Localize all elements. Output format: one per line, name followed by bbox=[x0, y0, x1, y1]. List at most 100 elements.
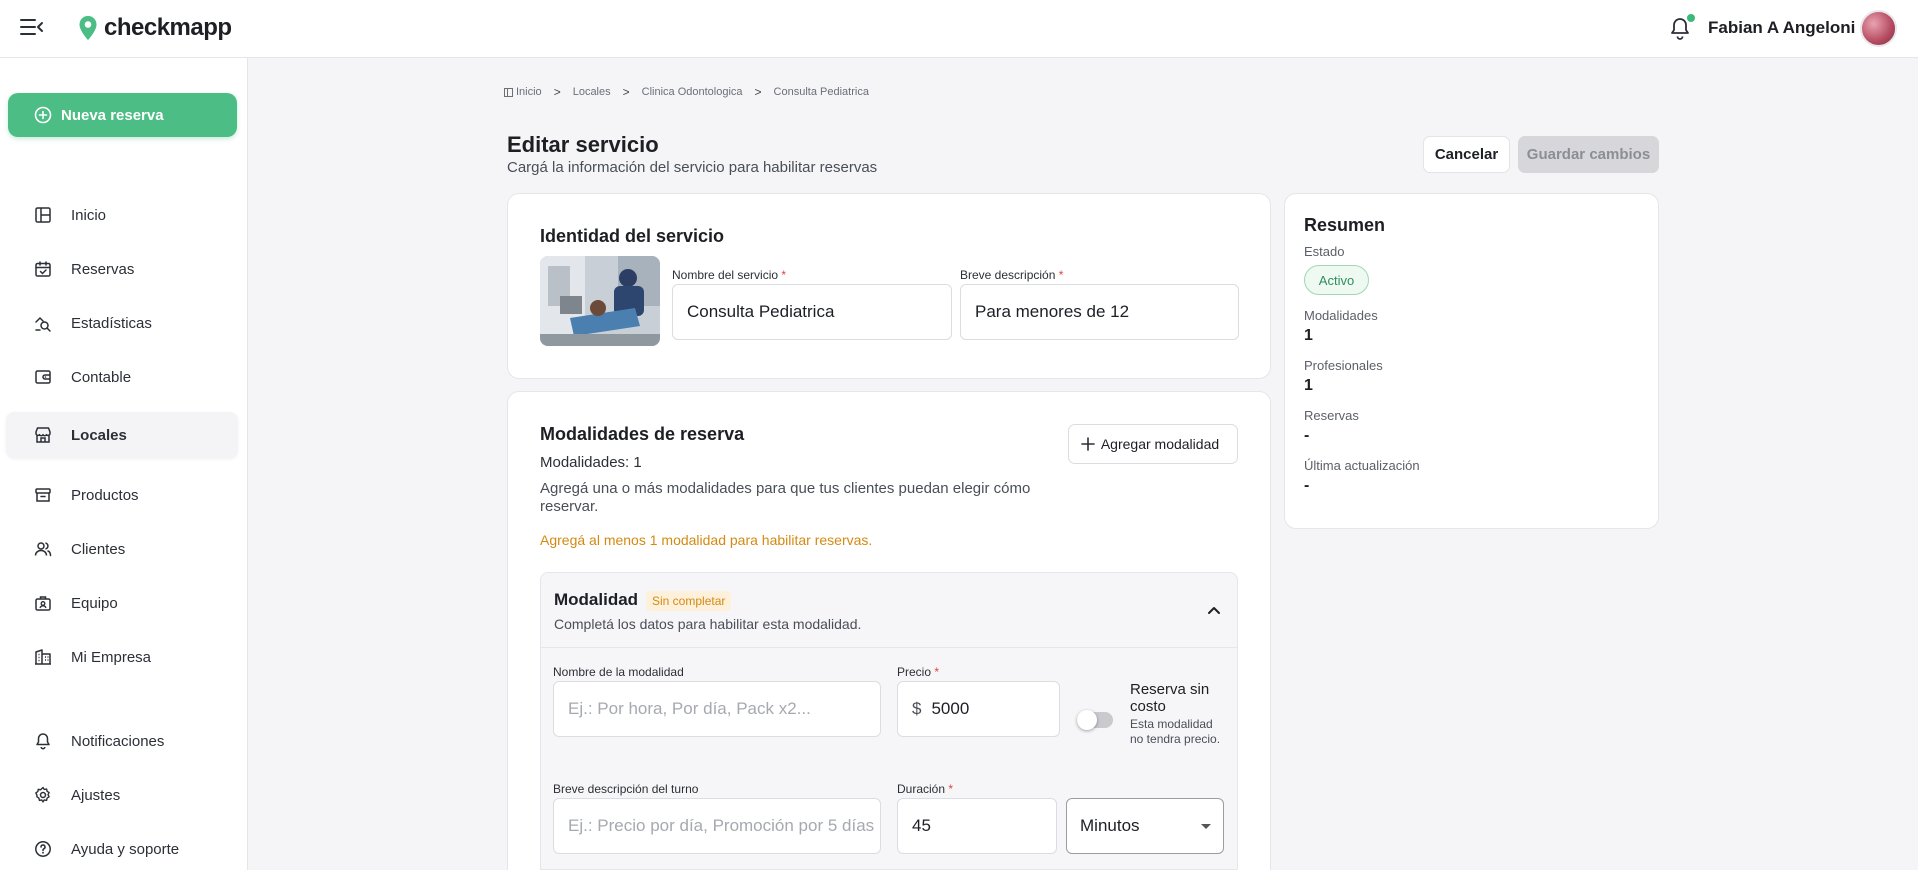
sidebar-item-label: Ajustes bbox=[71, 786, 121, 804]
save-changes-button[interactable]: Guardar cambios bbox=[1518, 136, 1659, 173]
wallet-icon bbox=[35, 370, 51, 384]
sidebar-item-estadisticas[interactable]: Estadísticas bbox=[6, 300, 238, 346]
service-name-input[interactable]: Consulta Pediatrica bbox=[672, 284, 952, 340]
sidebar-item-label: Mi Empresa bbox=[71, 648, 152, 666]
page-subtitle: Cargá la información del servicio para h… bbox=[507, 159, 878, 176]
modality-title: Modalidad bbox=[554, 590, 639, 609]
duration-label-text: Duración bbox=[897, 782, 946, 796]
identity-title: Identidad del servicio bbox=[540, 226, 725, 246]
breadcrumb-separator: > bbox=[553, 85, 561, 99]
duration-unit-select[interactable]: Minutos bbox=[1066, 798, 1224, 854]
new-booking-label: Nueva reserva bbox=[61, 106, 164, 124]
logo[interactable]: checkmapp bbox=[78, 14, 232, 42]
sidebar-item-label: Equipo bbox=[71, 594, 118, 612]
sidebar-item-productos[interactable]: Productos bbox=[6, 472, 238, 518]
summary-professionals-label: Profesionales bbox=[1304, 358, 1383, 373]
menu-collapse-icon[interactable] bbox=[20, 17, 44, 37]
top-bar: checkmapp Fabian A Angeloni bbox=[0, 0, 1918, 58]
user-name[interactable]: Fabian A Angeloni bbox=[1708, 18, 1855, 38]
required-mark: * bbox=[1058, 268, 1064, 282]
sidebar-item-inicio[interactable]: Inicio bbox=[6, 192, 238, 238]
cancel-button[interactable]: Cancelar bbox=[1423, 136, 1510, 173]
service-image[interactable] bbox=[540, 256, 660, 346]
notifications-bell-icon[interactable] bbox=[1670, 14, 1695, 41]
modalities-help: Agregá una o más modalidades para que tu… bbox=[540, 480, 1031, 515]
bell-icon bbox=[36, 733, 50, 750]
home-icon bbox=[504, 87, 513, 97]
price-label: Precio * bbox=[897, 665, 939, 679]
free-booking-toggle[interactable] bbox=[1077, 710, 1113, 730]
add-modality-label: Agregar modalidad bbox=[1100, 435, 1220, 452]
breadcrumb-locales[interactable]: Locales bbox=[573, 86, 611, 98]
service-desc-label: Breve descripción * bbox=[960, 268, 1063, 282]
status-badge: Activo bbox=[1304, 265, 1369, 295]
price-value: 5000 bbox=[931, 699, 970, 718]
status-badge: Sin completar bbox=[646, 591, 732, 611]
add-modality-button[interactable]: Agregar modalidad bbox=[1068, 424, 1238, 464]
modality-name-input[interactable]: Ej.: Por hora, Por día, Pack x2... bbox=[553, 681, 881, 737]
sidebar-item-label: Reservas bbox=[71, 260, 135, 278]
sidebar-item-label: Notificaciones bbox=[71, 732, 165, 750]
sidebar-item-reservas[interactable]: Reservas bbox=[6, 246, 238, 292]
help-icon bbox=[35, 841, 51, 857]
modality-header[interactable]: Modalidad Sin completar Completá los dat… bbox=[541, 573, 1237, 648]
new-booking-button[interactable]: Nueva reserva bbox=[8, 93, 237, 137]
service-name-label: Nombre del servicio * bbox=[672, 268, 786, 282]
duration-unit-value: Minutos bbox=[1080, 816, 1140, 835]
modalities-count: Modalidades: 1 bbox=[540, 454, 642, 471]
breadcrumb: Inicio > Locales > Clinica Odontologica … bbox=[504, 85, 869, 99]
breadcrumb-inicio[interactable]: Inicio bbox=[504, 86, 542, 98]
service-description-input[interactable]: Para menores de 12 bbox=[960, 284, 1239, 340]
chevron-up-icon[interactable] bbox=[1207, 605, 1221, 615]
sidebar-item-locales[interactable]: Locales bbox=[6, 412, 238, 458]
breadcrumb-label: Inicio bbox=[516, 86, 542, 98]
turn-description-input[interactable]: Ej.: Precio por día, Promoción por 5 día… bbox=[553, 798, 881, 854]
map-pin-logo-icon bbox=[79, 16, 97, 40]
plus-circle-icon bbox=[34, 106, 52, 124]
price-input[interactable]: $ 5000 bbox=[897, 681, 1060, 737]
sidebar-item-contable[interactable]: Contable bbox=[6, 354, 238, 400]
summary-professionals-value: 1 bbox=[1304, 377, 1313, 394]
sidebar-item-notificaciones[interactable]: Notificaciones bbox=[6, 718, 238, 764]
sidebar-item-equipo[interactable]: Equipo bbox=[6, 580, 238, 626]
sidebar-item-label: Clientes bbox=[71, 540, 126, 558]
caret-down-icon bbox=[1201, 824, 1211, 829]
price-label-text: Precio bbox=[897, 665, 932, 679]
free-booking-help: Esta modalidad no tendra precio. bbox=[1130, 717, 1221, 746]
summary-updated-value: - bbox=[1304, 477, 1310, 494]
summary-modalities-label: Modalidades bbox=[1304, 308, 1378, 323]
sidebar-item-label: Productos bbox=[71, 486, 139, 504]
breadcrumb-clinica[interactable]: Clinica Odontologica bbox=[642, 86, 743, 98]
gear-icon bbox=[35, 786, 50, 803]
sidebar-item-label: Locales bbox=[71, 426, 127, 444]
page-title: Editar servicio bbox=[507, 132, 659, 157]
store-icon bbox=[35, 427, 51, 443]
sidebar-item-label: Ayuda y soporte bbox=[71, 840, 180, 858]
logo-text: checkmapp bbox=[104, 14, 232, 41]
stats-icon bbox=[35, 316, 51, 332]
breadcrumb-current: Consulta Pediatrica bbox=[773, 86, 869, 98]
sidebar-item-ayuda[interactable]: Ayuda y soporte bbox=[6, 826, 238, 870]
required-mark: * bbox=[934, 665, 940, 679]
sidebar-item-label: Estadísticas bbox=[71, 314, 152, 332]
modalities-title: Modalidades de reserva bbox=[540, 424, 745, 444]
sidebar-item-clientes[interactable]: Clientes bbox=[6, 526, 238, 572]
archive-icon bbox=[35, 488, 51, 502]
modality-name-label: Nombre de la modalidad bbox=[553, 665, 684, 679]
summary-status-label: Estado bbox=[1304, 244, 1345, 259]
summary-title: Resumen bbox=[1304, 215, 1386, 235]
sidebar-item-ajustes[interactable]: Ajustes bbox=[6, 772, 238, 818]
sidebar-item-mi-empresa[interactable]: Mi Empresa bbox=[6, 634, 238, 680]
duration-input[interactable]: 45 bbox=[897, 798, 1057, 854]
required-mark: * bbox=[948, 782, 954, 796]
sidebar-item-label: Inicio bbox=[71, 206, 107, 224]
avatar[interactable] bbox=[1860, 10, 1897, 47]
dashboard-icon bbox=[35, 207, 51, 223]
notification-dot bbox=[1687, 14, 1695, 22]
breadcrumb-separator: > bbox=[754, 85, 762, 99]
summary-bookings-label: Reservas bbox=[1304, 408, 1359, 423]
free-booking-title: Reserva sin costo bbox=[1130, 681, 1210, 715]
building-icon bbox=[35, 649, 51, 665]
turn-description-label: Breve descripción del turno bbox=[553, 782, 699, 796]
modalities-warning: Agregá al menos 1 modalidad para habilit… bbox=[540, 532, 873, 548]
